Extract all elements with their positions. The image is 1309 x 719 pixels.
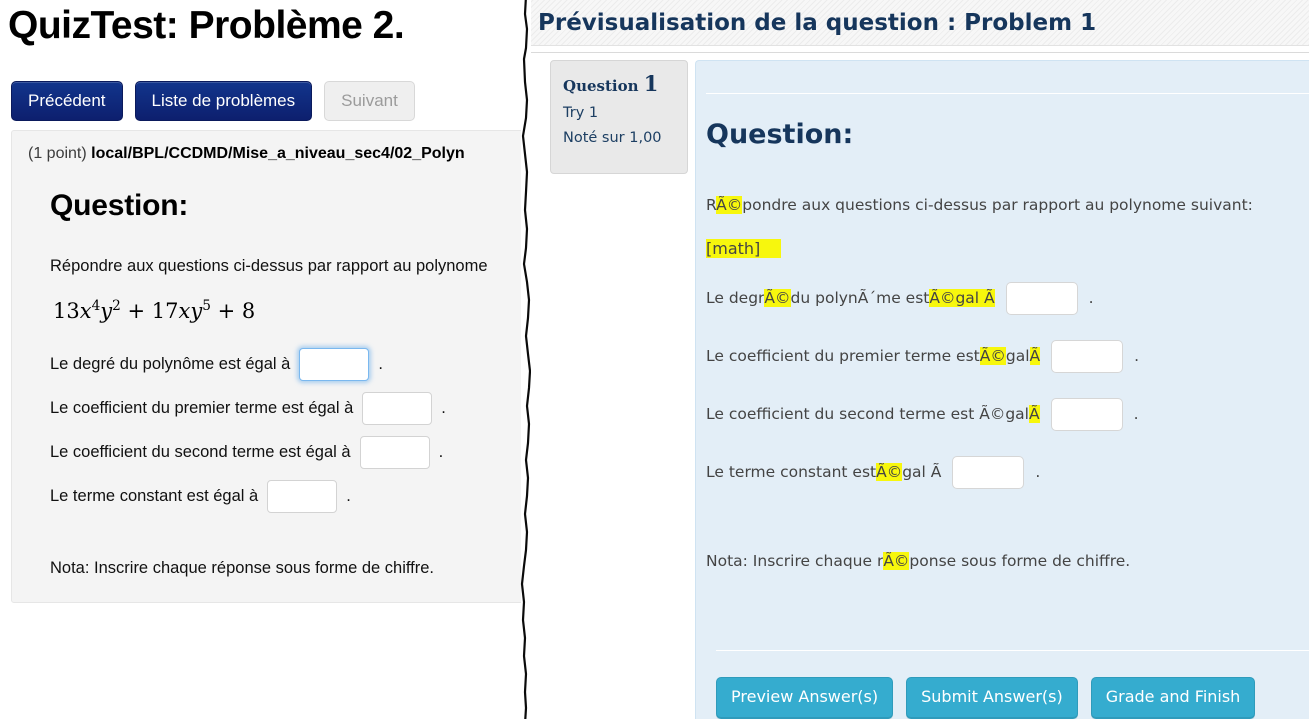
row-part: Le terme constant est <box>706 463 877 481</box>
answer-row-second-coefficient: Le coefficient du second terme est égal … <box>50 433 521 471</box>
problem-card: (1 point) local/BPL/CCDMD/Mise_a_niveau_… <box>11 130 521 603</box>
moodle-question-preview-panel: Prévisualisation de la question : Proble… <box>531 0 1309 719</box>
period: . <box>378 354 383 373</box>
period: . <box>1134 347 1140 365</box>
row-part: Le degr <box>706 289 765 307</box>
row-part-highlighted: Ã <box>1028 405 1040 423</box>
period: . <box>438 442 444 461</box>
nota-part: Nota: Inscrire chaque r <box>706 552 884 570</box>
preview-answer-row-constant: Le terme constant est Ã© gal Ã . <box>706 454 1309 490</box>
question-content-inner: Question: RÃ©pondre aux questions ci-des… <box>706 107 1309 719</box>
math-placeholder-trailing-highlight <box>760 239 781 258</box>
row-part-highlighted: Ã© <box>764 289 791 307</box>
left-question-heading: Question: <box>50 189 189 222</box>
content-top-divider <box>706 93 1309 94</box>
problem-list-button[interactable]: Liste de problèmes <box>134 81 313 121</box>
preview-answer-row-first-coefficient: Le coefficient du premier terme est Ã© ga… <box>706 338 1309 374</box>
row-part: Le coefficient du premier terme est <box>706 347 980 365</box>
point-value: (1 point) <box>28 145 87 162</box>
constant-answer-input[interactable] <box>267 479 338 513</box>
period: . <box>1133 405 1139 423</box>
problem-point-line: (1 point) local/BPL/CCDMD/Mise_a_niveau_… <box>28 145 521 163</box>
preview-body: Question 1 Try 1 Noté sur 1,00 Question:… <box>531 52 1309 719</box>
math-placeholder: [math] <box>706 239 761 258</box>
question-grade-label: Noté sur 1,00 <box>563 130 662 146</box>
footer-divider <box>716 650 1309 651</box>
nota-part-highlighted: Ã© <box>883 552 910 570</box>
right-question-intro: RÃ©pondre aux questions ci-dessus par ra… <box>706 196 1309 214</box>
page-title: QuizTest: Problème 2. <box>8 4 405 47</box>
question-content-panel: Question: RÃ©pondre aux questions ci-des… <box>695 60 1309 719</box>
left-nota-text: Nota: Inscrire chaque réponse sous forme… <box>50 559 434 577</box>
row-part: Le coefficient du second terme est Ã©gal <box>706 405 1029 423</box>
first-coefficient-answer-input[interactable] <box>362 391 433 425</box>
answer-label: Le coefficient du second terme est égal … <box>50 442 351 461</box>
period: . <box>441 398 446 417</box>
screenshot-root: QuizTest: Problème 2. Précédent Liste de… <box>0 0 1309 719</box>
preview-answer-row-second-coefficient: Le coefficient du second terme est Ã©gal… <box>706 396 1309 432</box>
right-nota-text: Nota: Inscrire chaque rÃ©ponse sous form… <box>706 552 1309 570</box>
period: . <box>346 486 351 505</box>
answer-label: Le terme constant est égal à <box>50 486 259 505</box>
intro-part: R <box>706 196 717 214</box>
row-part-highlighted: Ã© <box>979 347 1006 365</box>
preview-action-buttons: Preview Answer(s) Submit Answer(s) Grade… <box>716 677 1256 719</box>
preview-title: Prévisualisation de la question : Proble… <box>538 9 1097 36</box>
row-part: gal Ã <box>902 463 942 481</box>
second-coefficient-answer-input[interactable] <box>359 435 430 469</box>
question-info-box: Question 1 Try 1 Noté sur 1,00 <box>550 60 688 174</box>
row-part: gal <box>1005 347 1030 365</box>
problem-navigation: Précédent Liste de problèmes Suivant <box>11 81 415 121</box>
preview-answers-button[interactable]: Preview Answer(s) <box>716 677 894 719</box>
question-try-label: Try 1 <box>563 105 599 121</box>
previous-button[interactable]: Précédent <box>11 81 123 121</box>
grade-and-finish-button[interactable]: Grade and Finish <box>1090 677 1256 719</box>
question-info-title: Question 1 <box>563 71 677 96</box>
period: . <box>1088 289 1094 307</box>
question-word: Question <box>563 77 639 95</box>
answer-row-constant: Le terme constant est égal à . <box>50 477 521 515</box>
preview-second-coefficient-input[interactable] <box>1050 397 1123 431</box>
row-part-highlighted: Ã© <box>876 463 903 481</box>
degree-answer-input[interactable] <box>299 347 370 381</box>
problem-path: local/BPL/CCDMD/Mise_a_niveau_sec4/02_Po… <box>91 145 465 162</box>
preview-degree-input[interactable] <box>1005 281 1078 315</box>
question-number: 1 <box>643 71 659 96</box>
preview-constant-input[interactable] <box>952 455 1025 489</box>
preview-answer-row-degree: Le degr Ã© du polynÃ´me est Ã©gal Ã . <box>706 280 1309 316</box>
period: . <box>1035 463 1041 481</box>
webwork-problem-panel: QuizTest: Problème 2. Précédent Liste de… <box>0 0 521 719</box>
row-part-highlighted: Ã©gal Ã <box>929 289 995 307</box>
row-part-highlighted: Ã <box>1029 347 1041 365</box>
answer-row-first-coefficient: Le coefficient du premier terme est égal… <box>50 389 521 427</box>
preview-header-bar: Prévisualisation de la question : Proble… <box>531 0 1309 46</box>
left-question-intro: Répondre aux questions ci-dessus par rap… <box>50 257 488 275</box>
answer-label: Le coefficient du premier terme est égal… <box>50 398 354 417</box>
row-part: du polynÃ´me est <box>790 289 930 307</box>
answer-label: Le degré du polynôme est égal à <box>50 354 291 373</box>
answer-row-degree: Le degré du polynôme est égal à . <box>50 345 521 383</box>
polynomial-expression: 13x4y2 + 17xy5 + 8 <box>53 298 256 323</box>
intro-part: pondre aux questions ci-dessus par rappo… <box>742 196 1253 214</box>
right-question-heading: Question: <box>706 119 854 150</box>
nota-part: ponse sous forme de chiffre. <box>909 552 1131 570</box>
next-button: Suivant <box>324 81 415 121</box>
preview-first-coefficient-input[interactable] <box>1051 339 1124 373</box>
math-placeholder-line: [math] <box>706 239 1309 258</box>
submit-answers-button[interactable]: Submit Answer(s) <box>906 677 1078 719</box>
intro-part-highlighted: Ã© <box>716 196 743 214</box>
